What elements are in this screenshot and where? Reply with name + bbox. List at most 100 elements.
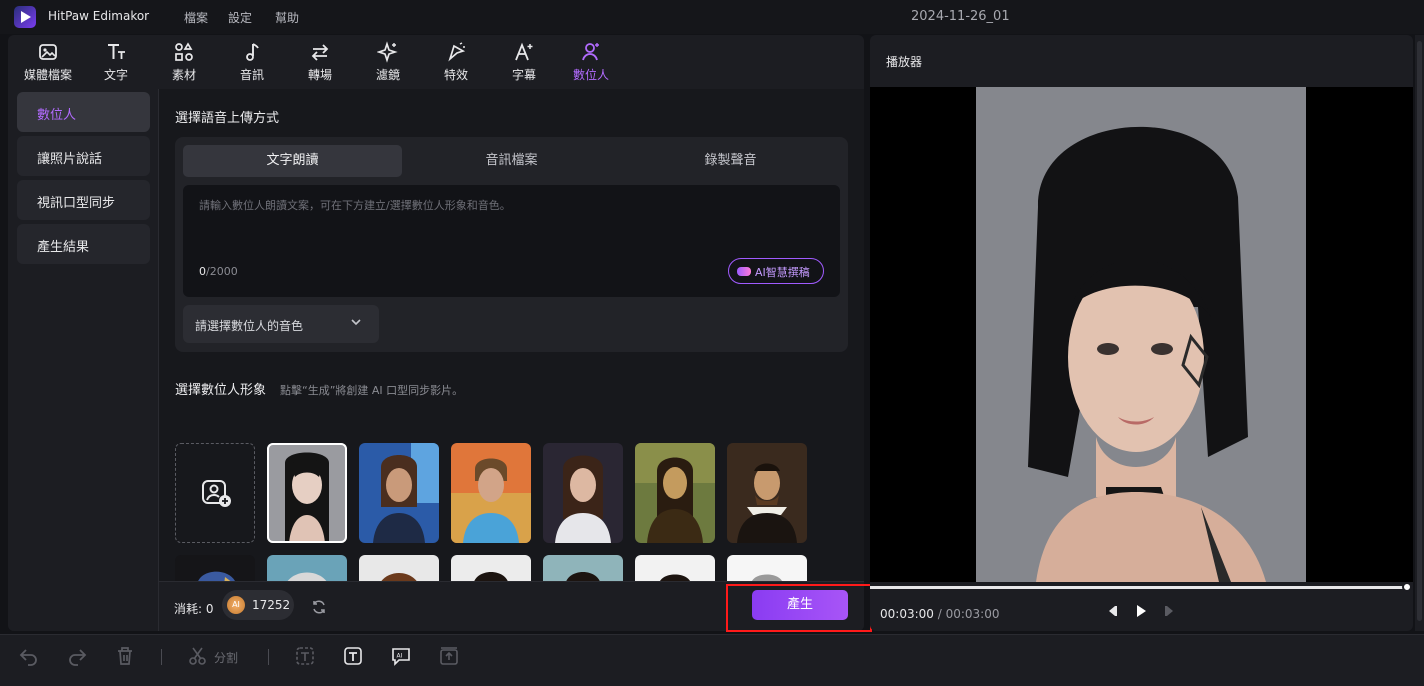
elements-icon	[175, 42, 193, 61]
tool-label: 音訊	[239, 68, 264, 82]
avatar-hint: 點擊“生成”將創建 AI 口型同步影片。	[280, 384, 464, 397]
upload-box: 文字朗讀 音訊檔案 錄製聲音 請輸入數位人朗讀文案，可在下方建立/選擇數位人形象…	[175, 137, 848, 352]
avatar-title: 選擇數位人形象	[175, 383, 267, 398]
player-panel: 播放器 00:03:00 / 00:03:00	[870, 35, 1413, 631]
menu-settings[interactable]: 設定	[228, 9, 252, 26]
add-avatar-button[interactable]	[175, 443, 255, 543]
undo-icon[interactable]	[18, 645, 40, 667]
sidebar-item-lip-sync[interactable]: 視訊口型同步	[17, 180, 150, 220]
tool-label: 數位人	[572, 68, 609, 82]
export-icon[interactable]	[438, 645, 460, 667]
tool-digital-human[interactable]: 數位人	[559, 41, 623, 83]
editor-panel: 媒體檔案 文字 素材 音訊 轉場 濾鏡 特效 字幕 數位人 數位人 讓照片說話 …	[8, 35, 864, 631]
avatar-section-title: 選擇數位人形象 點擊“生成”將創建 AI 口型同步影片。	[175, 379, 463, 398]
ai-writer-button[interactable]: AI智慧撰稿	[728, 258, 824, 284]
split-label: 分割	[214, 651, 239, 665]
tool-effects[interactable]: 特效	[424, 41, 488, 83]
script-placeholder: 請輸入數位人朗讀文案，可在下方建立/選擇數位人形象和音色。	[199, 199, 511, 212]
app-logo-icon	[14, 6, 36, 28]
tool-transition[interactable]: 轉場	[288, 41, 352, 83]
tab-audio-file[interactable]: 音訊檔案	[402, 145, 621, 177]
toolbar-divider	[268, 649, 269, 665]
tool-label: 字幕	[511, 68, 536, 82]
chevron-down-icon	[351, 319, 361, 326]
effects-icon	[448, 42, 466, 62]
transition-icon	[311, 44, 329, 61]
title-bar: HitPaw Edimakor 檔案 設定 幫助 2024-11-26_01	[0, 0, 1424, 34]
redo-icon[interactable]	[66, 645, 88, 667]
text-tool-icon[interactable]	[294, 645, 316, 667]
filter-icon	[377, 41, 398, 63]
generate-button[interactable]: 產生	[752, 590, 848, 620]
avatar-thumbnail[interactable]	[727, 443, 807, 543]
upload-tabs: 文字朗讀 音訊檔案 錄製聲音	[183, 145, 840, 177]
tool-media[interactable]: 媒體檔案	[16, 41, 80, 83]
tool-elements[interactable]: 素材	[152, 41, 216, 83]
credit-count: 17252	[252, 598, 291, 612]
scissors-icon[interactable]	[187, 645, 209, 667]
subtitle-icon	[515, 42, 533, 61]
tool-audio[interactable]: 音訊	[220, 41, 284, 83]
time-separator: /	[933, 607, 946, 621]
ai-sparkle-icon	[737, 267, 751, 276]
voice-select-label: 請選擇數位人的音色	[195, 319, 304, 333]
tool-filter[interactable]: 濾鏡	[356, 41, 420, 83]
tool-label: 特效	[443, 68, 468, 82]
total-time: 00:03:00	[945, 607, 1000, 621]
coin-icon: AI	[227, 596, 245, 614]
char-count-current: 0	[199, 265, 206, 278]
script-input[interactable]: 請輸入數位人朗讀文案，可在下方建立/選擇數位人形象和音色。 0/2000 AI智…	[183, 185, 840, 297]
avatar-thumbnail[interactable]	[635, 443, 715, 543]
svg-text:AI: AI	[397, 653, 403, 660]
refresh-icon[interactable]	[311, 599, 327, 615]
timeline-toolbar: 分割 AI	[0, 634, 1424, 686]
char-count-max: /2000	[206, 265, 238, 278]
add-portrait-icon	[202, 480, 231, 507]
tool-label: 媒體檔案	[23, 68, 72, 82]
tool-label: 轉場	[307, 68, 332, 82]
avatar-thumbnail[interactable]	[543, 443, 623, 543]
playback-scrubber[interactable]	[870, 586, 1407, 589]
tab-record-voice[interactable]: 錄製聲音	[621, 145, 840, 177]
category-toolbar: 媒體檔案 文字 素材 音訊 轉場 濾鏡 特效 字幕 數位人	[8, 35, 864, 89]
playback-time: 00:03:00 / 00:03:00	[880, 607, 999, 621]
play-icon[interactable]	[1135, 604, 1147, 618]
sidebar-item-digital-human[interactable]: 數位人	[17, 92, 150, 132]
add-text-icon[interactable]	[342, 645, 364, 667]
video-preview[interactable]	[870, 87, 1413, 582]
scrubber-handle[interactable]	[1402, 582, 1412, 592]
voice-select[interactable]: 請選擇數位人的音色	[183, 305, 379, 343]
player-title: 播放器	[886, 55, 923, 69]
project-title: 2024-11-26_01	[911, 9, 1010, 24]
sidebar: 數位人 讓照片說話 視訊口型同步 產生結果	[8, 89, 159, 631]
delete-icon[interactable]	[114, 645, 136, 667]
ai-writer-label: AI智慧撰稿	[755, 266, 810, 279]
ai-subtitle-icon[interactable]: AI	[390, 645, 412, 667]
audio-icon	[246, 43, 259, 61]
avatar-thumbnail[interactable]	[359, 443, 439, 543]
previous-frame-icon[interactable]	[1106, 604, 1118, 618]
sidebar-item-results[interactable]: 產生結果	[17, 224, 150, 264]
credit-balance: AI 17252	[222, 590, 294, 620]
avatar-thumbnail[interactable]	[267, 443, 347, 543]
tool-subtitle[interactable]: 字幕	[492, 41, 556, 83]
text-icon	[108, 44, 125, 59]
menu-file[interactable]: 檔案	[184, 9, 208, 26]
menu-help[interactable]: 幫助	[275, 9, 299, 26]
avatar-thumbnail[interactable]	[451, 443, 531, 543]
upload-title: 選擇語音上傳方式	[175, 111, 280, 126]
digital-human-content: 選擇語音上傳方式 文字朗讀 音訊檔案 錄製聲音 請輸入數位人朗讀文案，可在下方建…	[159, 89, 864, 631]
sidebar-item-talking-photo[interactable]: 讓照片說話	[17, 136, 150, 176]
next-frame-icon[interactable]	[1164, 604, 1176, 618]
tool-label: 素材	[171, 68, 196, 82]
char-count: 0/2000	[199, 265, 238, 278]
app-name: HitPaw Edimakor	[48, 9, 150, 23]
tab-text-to-speech[interactable]: 文字朗讀	[183, 145, 402, 177]
panel-scrollbar[interactable]	[1415, 35, 1424, 631]
current-time: 00:03:00	[880, 607, 934, 621]
cost-label: 消耗: 0	[174, 602, 214, 616]
tool-text[interactable]: 文字	[84, 41, 148, 83]
preview-frame	[976, 87, 1306, 582]
toolbar-divider	[161, 649, 162, 665]
tool-label: 文字	[103, 68, 128, 82]
